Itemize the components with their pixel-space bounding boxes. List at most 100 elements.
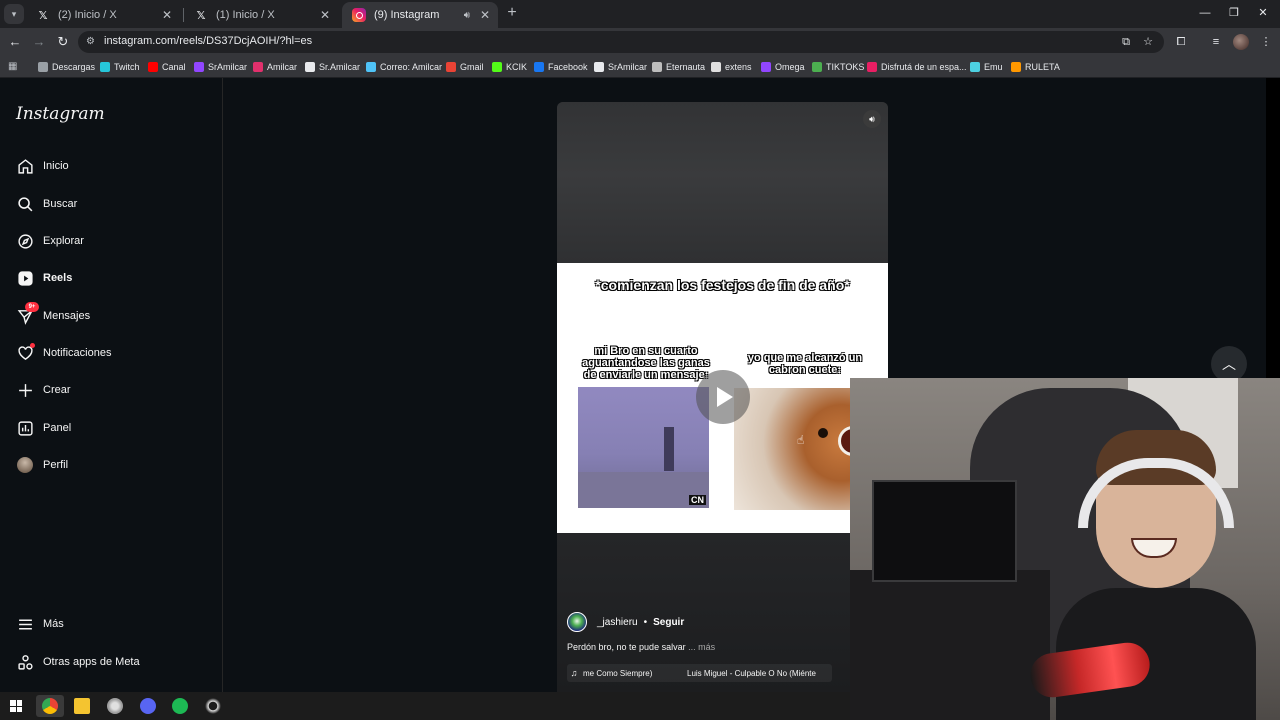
plus-icon — [16, 381, 34, 399]
discord-icon[interactable] — [134, 695, 162, 717]
bookmark-item[interactable]: Descargas — [38, 60, 95, 74]
reel-video[interactable]: 🔊︎ *comienzan los festejos de fin de año… — [557, 102, 888, 692]
url-text[interactable]: instagram.com/reels/DS37DcjAOIH/?hl=es — [104, 35, 312, 47]
nav-item-crear[interactable]: Crear — [16, 378, 71, 402]
new-tab-button[interactable]: + — [503, 4, 521, 22]
follow-button[interactable]: Seguir — [653, 617, 684, 628]
back-arrow-icon[interactable]: ← — [6, 33, 24, 51]
username[interactable]: _jashieru — [597, 617, 638, 628]
spotify-icon[interactable] — [166, 695, 194, 717]
bookmark-item[interactable]: Disfrutá de un espa... — [867, 60, 967, 74]
apps-grid-icon[interactable]: ▦ — [8, 61, 20, 73]
nav-item-notificaciones[interactable]: Notificaciones — [16, 341, 111, 365]
nav-item-perfil[interactable]: Perfil — [16, 453, 68, 477]
bookmark-item[interactable]: Twitch — [100, 60, 140, 74]
bookmark-item[interactable]: Amilcar — [253, 60, 297, 74]
bookmark-item[interactable]: Correo: Amilcar — [366, 60, 442, 74]
nav-item-reels[interactable]: Reels — [16, 266, 72, 290]
bookmark-item[interactable]: SrAmilcar — [194, 60, 247, 74]
tab-x-inicio-1[interactable]: 𝕏 (1) Inicio / X ✕ — [184, 2, 338, 28]
image-door — [664, 427, 674, 471]
tab-close-icon[interactable]: ✕ — [318, 8, 332, 22]
restore-icon[interactable]: ❐ — [1224, 4, 1244, 22]
avatar[interactable] — [567, 612, 587, 632]
extensions-icon[interactable]: ⧠ — [1172, 33, 1190, 51]
tiktok-icon — [594, 62, 604, 72]
nav-item-inicio[interactable]: Inicio — [16, 154, 69, 178]
download-icon — [38, 62, 48, 72]
bookmark-item[interactable]: Eternauta — [652, 60, 705, 74]
gmail-icon — [446, 62, 456, 72]
webcam-overlay — [850, 378, 1280, 720]
instagram-icon — [352, 8, 366, 22]
address-bar[interactable]: ⚙ instagram.com/reels/DS37DcjAOIH/?hl=es… — [78, 31, 1164, 53]
nav-item-panel[interactable]: Panel — [16, 416, 71, 440]
install-app-icon[interactable]: ⧉ — [1118, 34, 1134, 50]
nav-label: Buscar — [43, 198, 78, 210]
spotify-logo — [172, 698, 188, 714]
tab-close-icon[interactable]: ✕ — [160, 8, 174, 22]
audio-playing-icon[interactable]: 🔊︎ — [464, 10, 470, 21]
bookmark-item[interactable]: Gmail — [446, 60, 484, 74]
bookmark-item[interactable]: Emu — [970, 60, 1003, 74]
tab-close-icon[interactable]: ✕ — [478, 8, 492, 22]
bookmark-item[interactable]: RULETA — [1011, 60, 1060, 74]
audio-title-1: me Como Siempre) — [583, 668, 653, 678]
bookmark-item[interactable]: extens — [711, 60, 752, 74]
meme-caption-right: yo que me alcanzó un cabron cuete: — [747, 352, 863, 376]
extension-icon — [711, 62, 721, 72]
nav-item-explorar[interactable]: Explorar — [16, 229, 84, 253]
windows-start-icon[interactable] — [2, 695, 30, 717]
instagram-logo[interactable]: Instagram — [16, 104, 105, 124]
bookmark-item[interactable]: Sr.Amilcar — [305, 60, 360, 74]
bookmark-star-icon[interactable]: ☆ — [1140, 34, 1156, 50]
site-info-icon[interactable]: ⚙ — [86, 36, 98, 48]
bookmark-item[interactable]: TIKTOKS — [812, 60, 864, 74]
chrome-menu-icon[interactable]: ⋮ — [1257, 33, 1275, 51]
nav-item-buscar[interactable]: Buscar — [16, 192, 77, 216]
bookmark-label: Gmail — [460, 62, 484, 72]
volume-icon[interactable]: 🔊︎ — [863, 110, 881, 128]
youtube-icon — [148, 62, 158, 72]
nav-label: Crear — [43, 384, 71, 396]
discord-logo — [140, 698, 156, 714]
avatar — [17, 457, 33, 473]
bookmark-item[interactable]: Canal — [148, 60, 186, 74]
bookmark-item[interactable]: Facebook — [534, 60, 588, 74]
chrome-icon[interactable] — [36, 695, 64, 717]
minimize-icon[interactable]: — — [1195, 4, 1215, 22]
tab-x-inicio-2[interactable]: 𝕏 (2) Inicio / X ✕ — [26, 2, 180, 28]
profile-avatar-icon[interactable] — [1233, 34, 1249, 50]
more-link[interactable]: ... más — [688, 642, 715, 652]
bookmark-item[interactable]: SrAmilcar — [594, 60, 647, 74]
tab-instagram[interactable]: (9) Instagram 🔊︎ ✕ — [342, 2, 498, 28]
media-control-icon[interactable]: ≡ — [1207, 33, 1225, 51]
tab-search-chevron-icon[interactable]: ▾ — [4, 4, 24, 24]
meme-image-bedroom: CN — [578, 387, 709, 508]
music-note-icon: ♫ — [570, 668, 578, 678]
nav-item-mas[interactable]: Más — [16, 612, 64, 636]
audio-track[interactable]: ♫ me Como Siempre) Luis Miguel - Culpabl… — [567, 664, 832, 682]
bookmarks-bar: ▦ Descargas Twitch Canal SrAmilcar Amilc… — [0, 56, 1280, 78]
drive-icon — [812, 62, 822, 72]
bookmark-item[interactable]: KCIK — [492, 60, 527, 74]
x-logo-icon — [305, 62, 315, 72]
facebook-icon — [534, 62, 544, 72]
cartoon-network-watermark: CN — [689, 495, 706, 505]
windows-logo — [10, 700, 22, 712]
reload-icon[interactable]: ↻ — [54, 33, 72, 51]
compass-icon — [16, 232, 34, 250]
folder-logo — [74, 698, 90, 714]
file-explorer-icon[interactable] — [68, 695, 96, 717]
play-icon[interactable] — [696, 370, 750, 424]
forward-arrow-icon[interactable]: → — [30, 33, 48, 51]
nav-item-mensajes[interactable]: 9+ Mensajes — [16, 302, 90, 328]
window-close-icon[interactable]: ✕ — [1253, 4, 1273, 22]
nav-item-otras-apps[interactable]: Otras apps de Meta — [16, 650, 140, 674]
bookmark-item[interactable]: Omega — [761, 60, 805, 74]
hand-cursor-icon: ☝ — [797, 433, 805, 447]
obs-icon[interactable] — [199, 695, 227, 717]
steam-icon[interactable] — [101, 695, 129, 717]
scroll-up-chevron-icon[interactable]: ︿ — [1211, 346, 1247, 382]
nav-label: Notificaciones — [43, 347, 112, 359]
